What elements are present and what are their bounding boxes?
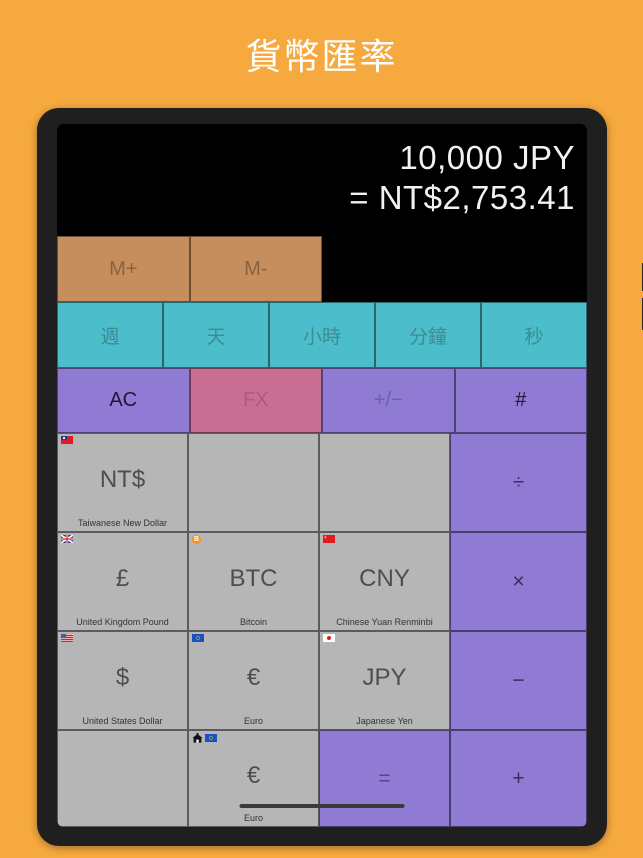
all-clear-button[interactable]: AC xyxy=(57,368,190,433)
function-button-row: AC FX +/− # xyxy=(57,368,587,433)
currency-cell-jpy[interactable]: JPY Japanese Yen xyxy=(319,631,450,730)
currency-cell-empty-2[interactable] xyxy=(319,433,450,532)
currency-name: United Kingdom Pound xyxy=(76,617,169,627)
hash-button[interactable]: # xyxy=(454,368,587,433)
memory-add-button[interactable]: M+ xyxy=(57,236,190,302)
currency-symbol: BTC xyxy=(229,564,278,592)
currency-symbol: £ xyxy=(115,564,130,592)
currency-symbol: € xyxy=(246,663,261,691)
currency-cell-btc[interactable]: B BTC Bitcoin xyxy=(188,532,319,631)
page-title: 貨幣匯率 xyxy=(245,36,398,77)
tablet-device: 10,000 JPY = NT$2,753.41 M+ M- 週 天 小時 分鐘… xyxy=(37,108,643,846)
time-unit-row: 週 天 小時 分鐘 秒 xyxy=(57,302,587,368)
multiply-button[interactable]: × xyxy=(450,532,587,631)
currency-cell-empty-3[interactable] xyxy=(57,730,188,827)
memory-row-filler xyxy=(322,236,587,302)
time-minute-button[interactable]: 分鐘 xyxy=(375,302,481,368)
currency-keypad-grid: NT$ Taiwanese New Dollar ÷ £ United King… xyxy=(57,433,587,827)
currency-symbol: $ xyxy=(115,663,130,691)
display-input-amount: 10,000 JPY xyxy=(399,139,575,176)
time-week-button[interactable]: 週 xyxy=(57,302,163,368)
currency-name: Japanese Yen xyxy=(356,716,413,726)
divide-button[interactable]: ÷ xyxy=(450,433,587,532)
currency-cell-eur-home[interactable]: € Euro xyxy=(188,730,319,827)
time-day-button[interactable]: 天 xyxy=(163,302,269,368)
currency-name: Euro xyxy=(243,716,263,726)
tablet-screen: 10,000 JPY = NT$2,753.41 M+ M- 週 天 小時 分鐘… xyxy=(57,124,587,827)
home-indicator[interactable] xyxy=(239,804,405,808)
currency-name: United States Dollar xyxy=(82,716,163,726)
calculator-display: 10,000 JPY = NT$2,753.41 xyxy=(57,124,587,236)
currency-cell-empty-1[interactable] xyxy=(188,433,319,532)
memory-subtract-button[interactable]: M- xyxy=(189,236,322,302)
currency-name: Chinese Yuan Renminbi xyxy=(336,617,433,627)
currency-symbol: CNY xyxy=(359,564,410,592)
memory-button-row: M+ M- xyxy=(57,236,587,302)
currency-cell-twd[interactable]: NT$ Taiwanese New Dollar xyxy=(57,433,188,532)
currency-cell-eur[interactable]: € Euro xyxy=(188,631,319,730)
currency-symbol: NT$ xyxy=(99,465,146,493)
equals-button[interactable]: = xyxy=(319,730,450,827)
currency-name: Taiwanese New Dollar xyxy=(77,518,168,528)
currency-cell-cny[interactable]: CNY Chinese Yuan Renminbi xyxy=(319,532,450,631)
sign-toggle-button[interactable]: +/− xyxy=(322,368,455,433)
currency-symbol: JPY xyxy=(362,663,407,691)
add-button[interactable]: + xyxy=(450,730,587,827)
currency-cell-gbp[interactable]: £ United Kingdom Pound xyxy=(57,532,188,631)
currency-name: Euro xyxy=(243,813,263,823)
currency-symbol: € xyxy=(246,761,261,789)
currency-name: Bitcoin xyxy=(239,617,267,627)
time-hour-button[interactable]: 小時 xyxy=(269,302,375,368)
fx-button[interactable]: FX xyxy=(189,368,322,433)
currency-cell-usd[interactable]: $ United States Dollar xyxy=(57,631,188,730)
display-result-amount: = NT$2,753.41 xyxy=(349,179,575,216)
time-second-button[interactable]: 秒 xyxy=(481,302,587,368)
subtract-button[interactable]: − xyxy=(450,631,587,730)
